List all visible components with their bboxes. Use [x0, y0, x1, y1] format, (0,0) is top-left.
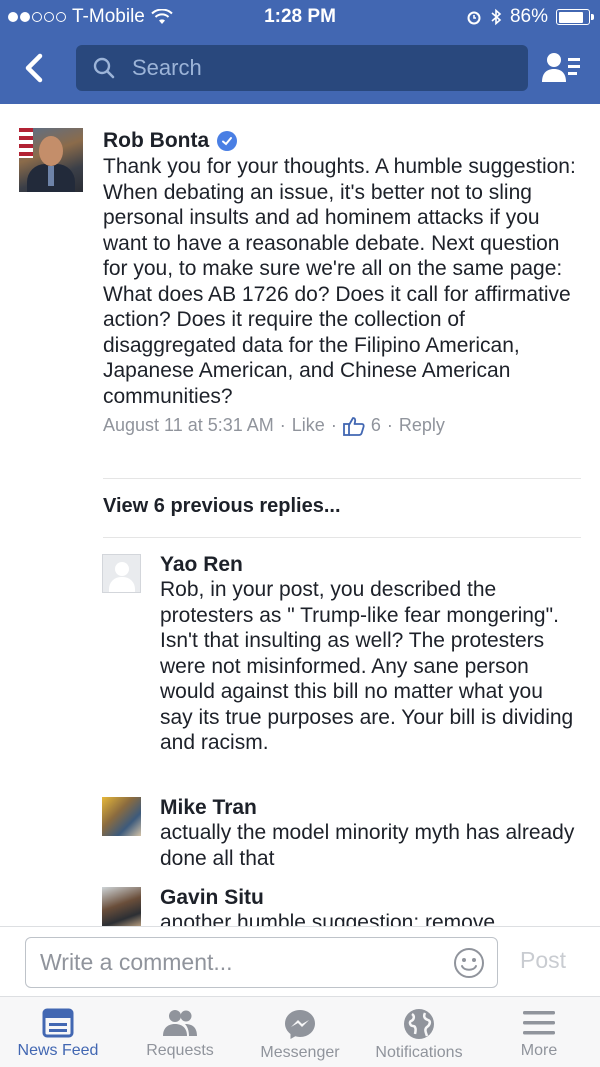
- comment-body: Rob Bonta Thank you for your thoughts. A…: [103, 128, 583, 436]
- reply-text: actually the model minority myth has alr…: [160, 821, 575, 870]
- back-button[interactable]: [18, 48, 54, 88]
- comment-author[interactable]: Rob Bonta: [103, 128, 583, 154]
- comment-placeholder: Write a comment...: [40, 949, 233, 975]
- tab-label: More: [520, 1042, 558, 1059]
- comment-timestamp[interactable]: August 11 at 5:31 AM: [103, 415, 274, 436]
- chevron-left-icon: [25, 53, 43, 83]
- reply-text: Rob, in your post, you described the pro…: [160, 578, 574, 754]
- avatar[interactable]: [102, 797, 141, 836]
- verified-badge-icon: [217, 131, 238, 151]
- reply-author[interactable]: Yao Ren: [160, 552, 580, 577]
- reply-author[interactable]: Mike Tran: [160, 795, 580, 820]
- battery-fill: [558, 11, 584, 23]
- alarm-icon: [467, 11, 481, 25]
- like-link[interactable]: Like: [292, 415, 325, 436]
- battery-percent: 86%: [509, 6, 548, 27]
- avatar[interactable]: [102, 887, 141, 926]
- divider: [103, 537, 581, 538]
- tab-label: Requests: [146, 1042, 214, 1059]
- bluetooth-icon: [491, 8, 502, 26]
- globe-icon: [404, 1009, 434, 1039]
- status-bar: T-Mobile 1:28 PM 86%: [0, 0, 600, 34]
- person-list-icon: [542, 53, 580, 82]
- view-previous-replies-link[interactable]: View 6 previous replies...: [103, 495, 341, 518]
- author-name[interactable]: Rob Bonta: [103, 128, 209, 154]
- comment-composer: Write a comment... Post: [0, 926, 600, 996]
- meta-separator: ·: [386, 415, 393, 435]
- tab-more[interactable]: More: [494, 997, 584, 1067]
- meta-separator: ·: [279, 415, 286, 435]
- tab-messenger[interactable]: Messenger: [252, 997, 348, 1067]
- avatar[interactable]: [102, 554, 141, 593]
- comment-input[interactable]: Write a comment...: [25, 937, 498, 988]
- emoji-icon[interactable]: [453, 947, 485, 979]
- tab-label: Notifications: [375, 1044, 463, 1061]
- requests-icon: [163, 1010, 197, 1036]
- reply-body: Gavin Situ another humble suggestion: re…: [160, 885, 580, 926]
- reply-text: another humble suggestion: remove: [160, 911, 496, 926]
- menu-icon: [523, 1011, 555, 1035]
- post-button[interactable]: Post: [520, 947, 566, 974]
- tab-notifications[interactable]: Notifications: [364, 997, 474, 1067]
- like-count[interactable]: 6: [371, 415, 381, 436]
- search-icon: [93, 57, 115, 79]
- reply-body: Yao Ren Rob, in your post, you described…: [160, 552, 580, 756]
- news-feed-icon: [42, 1008, 74, 1038]
- tab-label: Messenger: [260, 1044, 340, 1061]
- tab-news-feed[interactable]: News Feed: [12, 997, 104, 1067]
- thumbs-up-icon[interactable]: [342, 416, 365, 436]
- search-bar[interactable]: Search: [76, 45, 528, 91]
- divider: [103, 478, 581, 479]
- tab-requests[interactable]: Requests: [134, 997, 226, 1067]
- comment-text: Thank you for your thoughts. A humble su…: [103, 155, 576, 408]
- comment-meta: August 11 at 5:31 AM · Like · 6 · Reply: [103, 415, 583, 436]
- avatar[interactable]: [19, 128, 83, 192]
- reply-body: Mike Tran actually the model minority my…: [160, 795, 580, 871]
- friend-list-button[interactable]: [540, 50, 584, 86]
- tab-bar: News Feed Requests Messenger Notificatio…: [0, 996, 600, 1067]
- messenger-icon: [285, 1010, 315, 1039]
- tab-label: News Feed: [17, 1042, 99, 1059]
- search-placeholder: Search: [132, 55, 202, 80]
- battery-icon: [556, 9, 594, 25]
- comment-thread: Rob Bonta Thank you for your thoughts. A…: [0, 104, 600, 926]
- top-header: T-Mobile 1:28 PM 86% Search: [0, 0, 600, 104]
- reply-author[interactable]: Gavin Situ: [160, 885, 580, 910]
- reply-link[interactable]: Reply: [399, 415, 445, 436]
- status-right: 86%: [466, 6, 594, 28]
- meta-separator: ·: [330, 415, 337, 435]
